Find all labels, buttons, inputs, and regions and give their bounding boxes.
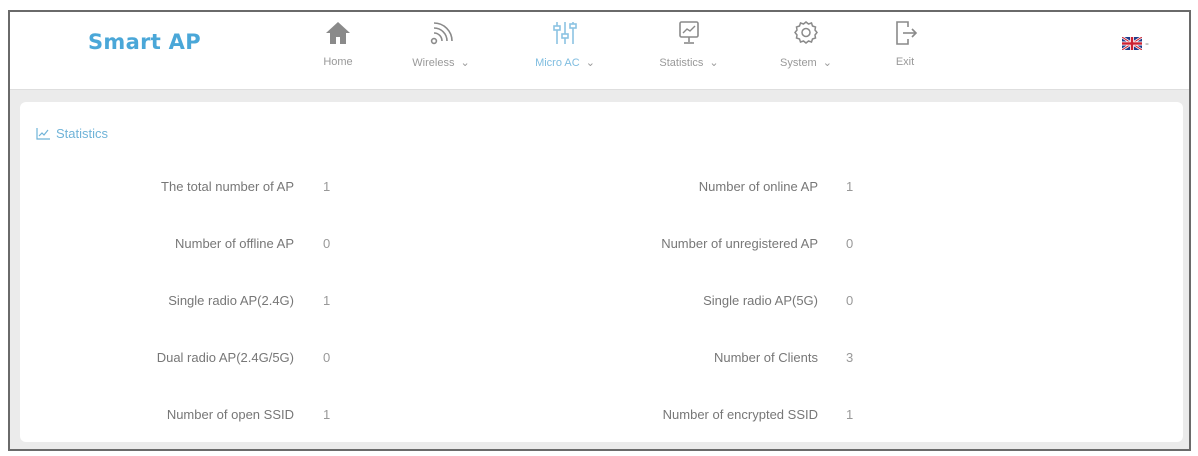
stat-value-single-radio-5g: 0 [846, 293, 854, 308]
stat-value-encrypted-ssid: 1 [846, 407, 854, 422]
stat-value-unregistered-ap: 0 [846, 236, 854, 251]
stat-label-online-ap: Number of online AP [698, 179, 818, 194]
chevron-down-icon: ⌄ [460, 57, 470, 69]
stat-label-single-radio-24g: Single radio AP(2.4G) [168, 293, 294, 308]
wifi-icon [430, 22, 453, 45]
statistics-title: Statistics [36, 126, 108, 141]
exit-icon [896, 21, 918, 45]
stat-label-single-radio-5g: Single radio AP(5G) [703, 293, 818, 308]
home-icon [326, 22, 350, 44]
stat-value-dual-radio: 0 [323, 350, 331, 365]
stat-value-online-ap: 1 [846, 179, 854, 194]
nav-wireless-label: Wireless [412, 57, 455, 69]
language-selector[interactable]: - [1122, 36, 1149, 50]
nav-wireless[interactable]: Wireless ⌄ [398, 18, 484, 82]
stat-label-total-ap: The total number of AP [161, 179, 294, 194]
uk-flag-icon [1122, 36, 1142, 50]
stat-label-open-ssid: Number of open SSID [166, 407, 294, 422]
nav-micro-ac-label: Micro AC [535, 57, 580, 69]
nav-statistics[interactable]: Statistics ⌄ [642, 18, 736, 82]
stat-label-dual-radio: Dual radio AP(2.4G/5G) [156, 350, 294, 365]
line-chart-icon [36, 127, 50, 140]
gear-icon [794, 21, 818, 44]
stat-label-unregistered-ap: Number of unregistered AP [661, 236, 818, 251]
nav-exit[interactable]: Exit [880, 18, 930, 82]
stat-label-offline-ap: Number of offline AP [175, 236, 294, 251]
chevron-down-icon: ⌄ [822, 57, 832, 69]
sliders-icon [553, 22, 577, 44]
nav-statistics-label: Statistics [659, 57, 704, 69]
stat-value-offline-ap: 0 [323, 236, 331, 251]
stat-label-encrypted-ssid: Number of encrypted SSID [662, 407, 818, 422]
nav-system[interactable]: System ⌄ [766, 18, 846, 82]
nav-exit-label: Exit [895, 56, 915, 68]
nav-system-label: System [780, 57, 817, 69]
chevron-down-icon: ⌄ [709, 57, 719, 69]
statistics-title-text: Statistics [56, 126, 109, 141]
monitor-icon [679, 21, 699, 44]
stat-value-open-ssid: 1 [323, 407, 331, 422]
language-caret: - [1145, 36, 1149, 50]
stat-label-clients: Number of Clients [713, 350, 818, 365]
top-navigation-bar: Smart AP Home Wireless ⌄ Micro AC ⌄ Stat… [10, 12, 1189, 90]
stat-value-clients: 3 [846, 350, 854, 365]
statistics-panel: Statistics The total number of AP 1 Numb… [20, 102, 1183, 442]
stat-value-total-ap: 1 [323, 179, 331, 194]
stat-value-single-radio-24g: 1 [323, 293, 331, 308]
nav-home[interactable]: Home [308, 18, 368, 82]
nav-home-label: Home [323, 56, 353, 68]
app-frame: Smart AP Home Wireless ⌄ Micro AC ⌄ Stat… [8, 10, 1191, 451]
brand-logo[interactable]: Smart AP [88, 30, 201, 54]
nav-micro-ac[interactable]: Micro AC ⌄ [520, 18, 610, 82]
chevron-down-icon: ⌄ [585, 57, 595, 69]
